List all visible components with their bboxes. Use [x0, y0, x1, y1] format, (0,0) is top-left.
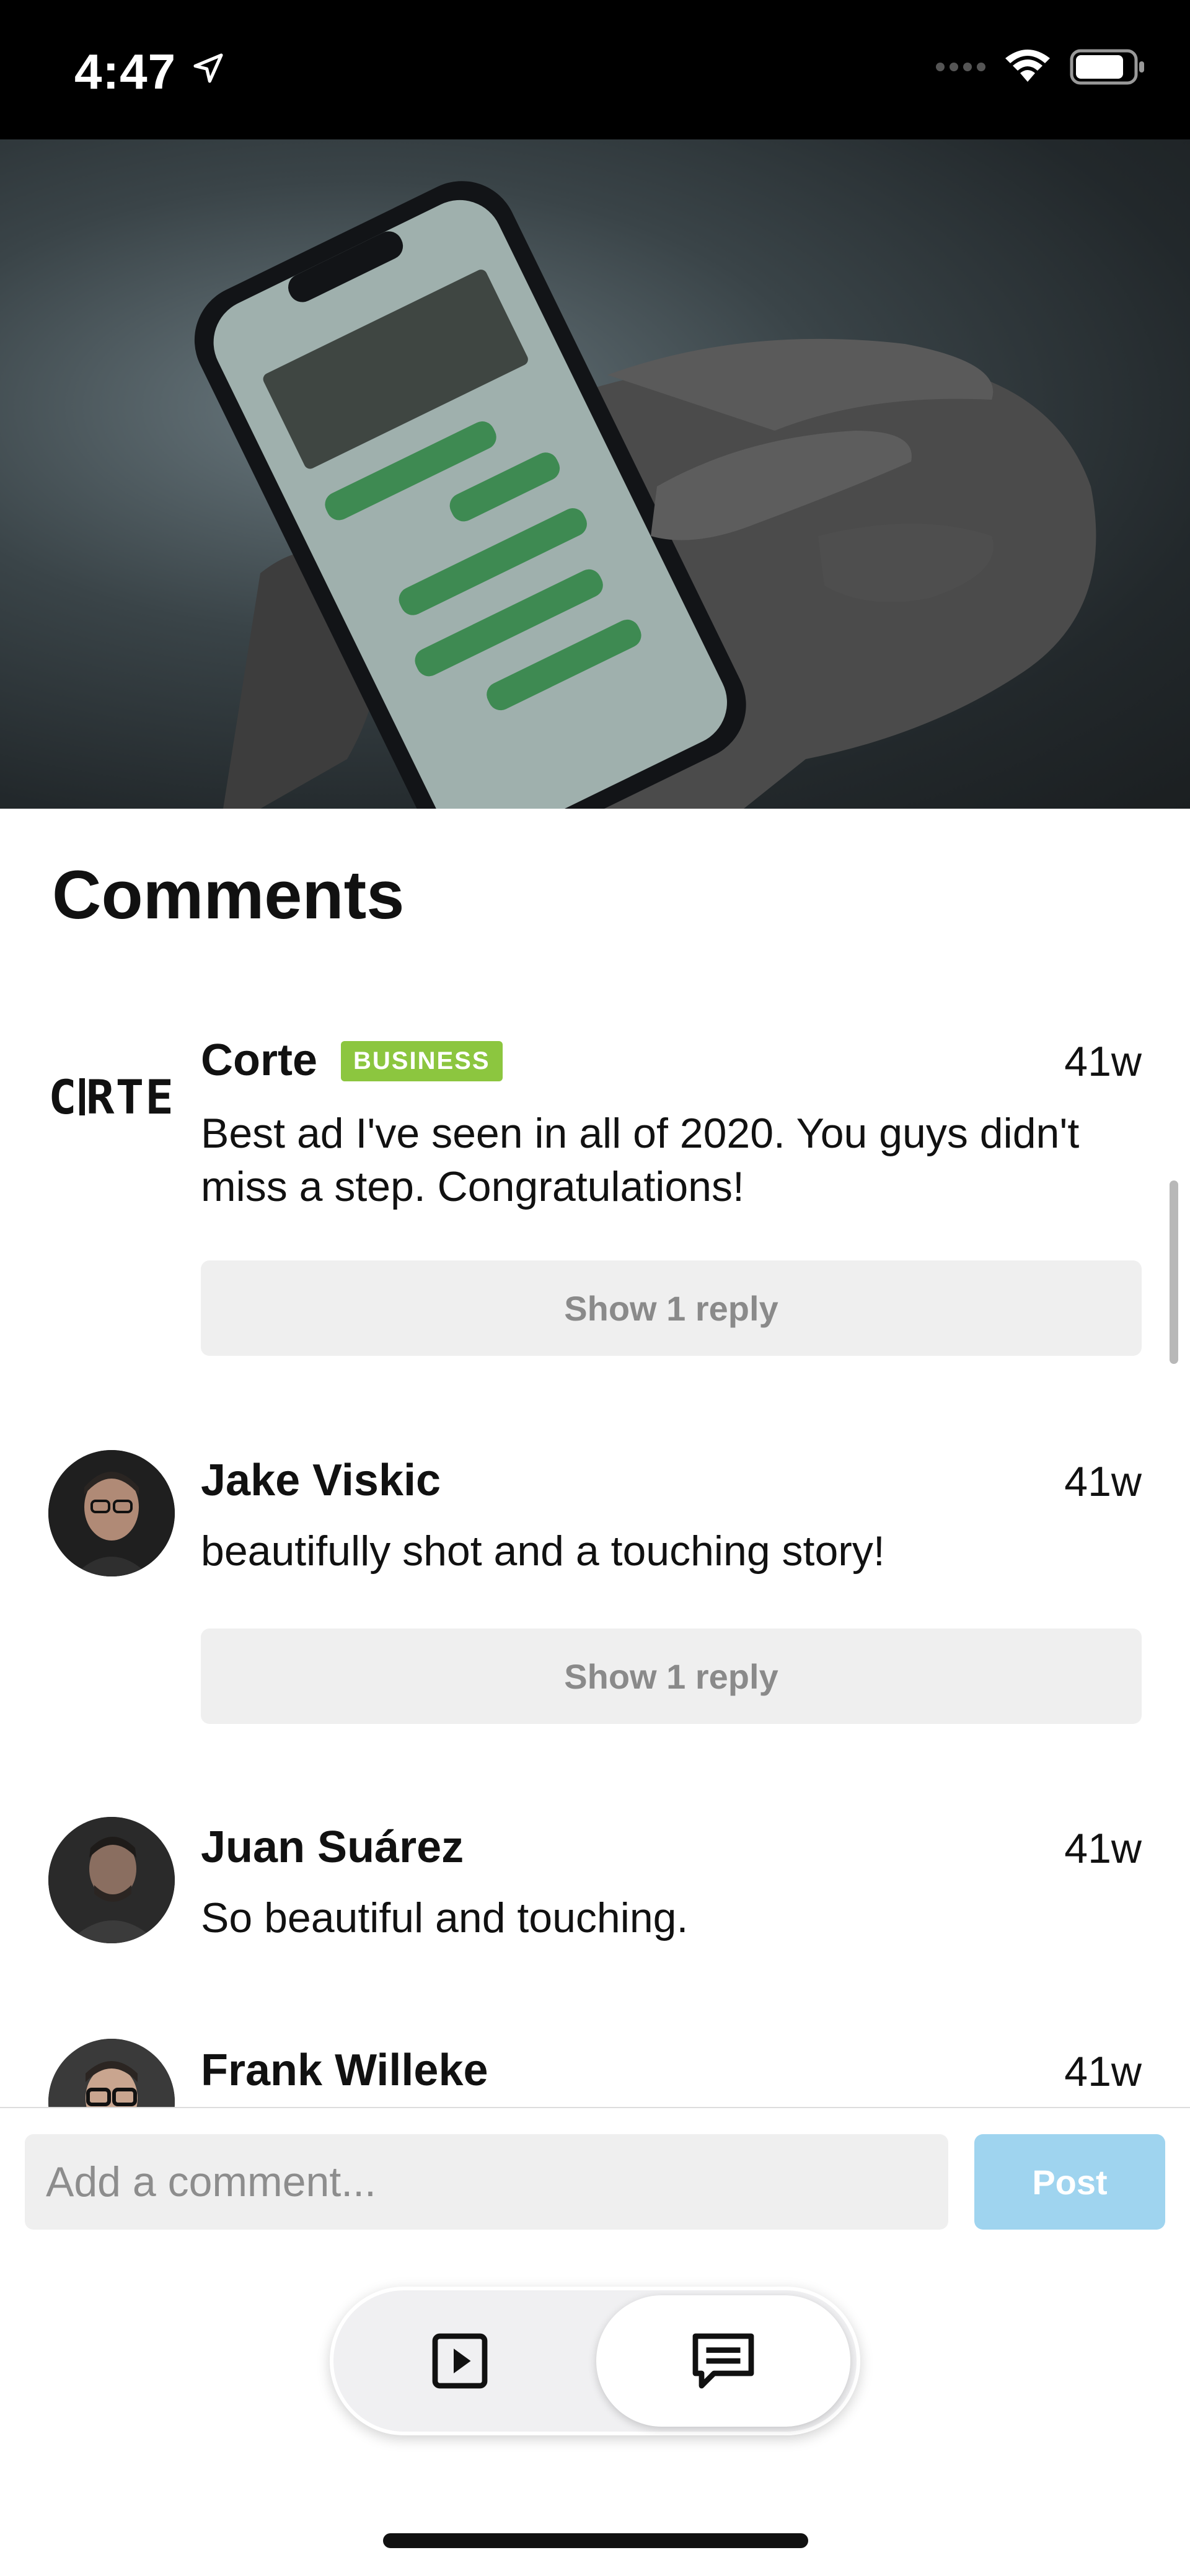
comment-text: Best ad I've seen in all of 2020. You gu… [201, 1110, 1080, 1210]
video-icon [432, 2333, 488, 2389]
comment-author[interactable]: Juan Suárez [201, 1822, 464, 1873]
comment-text: beautifully shot and a touching story! [201, 1528, 885, 1575]
comment-author[interactable]: Corte [201, 1035, 317, 1086]
avatar[interactable] [48, 1817, 175, 1943]
home-indicator [383, 2533, 808, 2548]
signal-dots-icon [936, 63, 985, 71]
comment-time: 41w [1064, 1458, 1142, 1505]
show-replies-button[interactable]: Show 1 reply [201, 1629, 1142, 1724]
video-tab[interactable] [330, 2287, 590, 2435]
video-thumbnail[interactable] [0, 139, 1190, 809]
comment-author[interactable]: Jake Viskic [201, 1455, 441, 1506]
avatar[interactable] [48, 1450, 175, 1576]
comment-input[interactable] [25, 2134, 948, 2230]
corte-logo[interactable]: C RTE [48, 1060, 175, 1134]
comments-title: Comments [52, 857, 405, 933]
comment-time: 41w [1064, 1038, 1142, 1085]
status-time: 4:47 [74, 44, 177, 99]
comment-author[interactable]: Frank Willeke [201, 2045, 488, 2096]
comment-item: Jake Viskic 41w beautifully shot and a t… [0, 1450, 1190, 1735]
view-toggle [330, 2287, 860, 2435]
show-replies-button[interactable]: Show 1 reply [201, 1260, 1142, 1356]
battery-icon [1070, 49, 1144, 85]
comment-item: C RTE Corte BUSINESS 41w Best ad I've see… [0, 1029, 1190, 1376]
scrollbar[interactable] [1170, 1180, 1178, 1364]
comment-text: So beautiful and touching. [201, 1894, 689, 1941]
comment-item: Juan Suárez 41w So beautiful and touchin… [0, 1817, 1190, 2003]
business-badge: BUSINESS [341, 1041, 503, 1081]
wifi-icon [1005, 50, 1050, 82]
comment-item: Frank Willeke 41w [0, 2039, 1190, 2107]
avatar[interactable] [48, 2039, 175, 2107]
comment-input-bar: Post [0, 2107, 1190, 2254]
comment-time: 41w [1064, 1825, 1142, 1872]
post-button[interactable]: Post [974, 2134, 1165, 2230]
comment-time: 41w [1064, 2048, 1142, 2095]
comments-icon [692, 2333, 754, 2389]
phone-in-hand-illustration [194, 181, 1096, 809]
location-arrow-icon [193, 53, 223, 83]
comments-tab[interactable] [596, 2295, 850, 2427]
status-bar: 4:47 [0, 0, 1190, 139]
status-icons [936, 48, 1147, 86]
